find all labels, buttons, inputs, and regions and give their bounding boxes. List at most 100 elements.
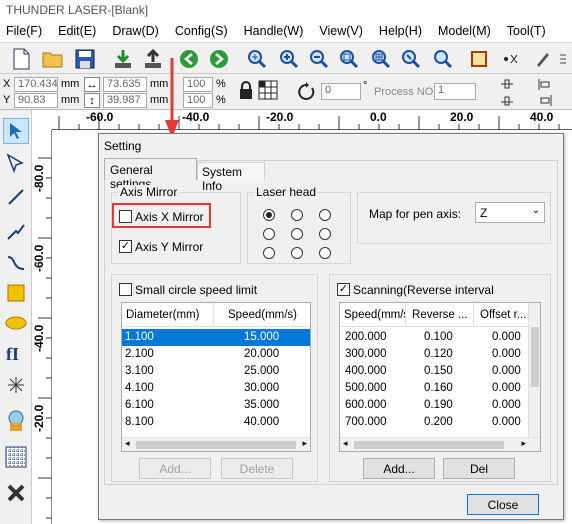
align-left-icon[interactable]	[538, 78, 552, 91]
more-icon[interactable]	[556, 46, 570, 72]
axis-y-mirror-checkbox[interactable]: ✓	[119, 240, 132, 253]
pen-icon[interactable]	[530, 46, 556, 72]
menu-draw[interactable]: Draw(D)	[112, 24, 159, 38]
node-edit-tool-icon[interactable]	[3, 150, 29, 176]
scroll-thumb[interactable]	[531, 327, 539, 387]
polyline-tool-icon[interactable]	[3, 218, 29, 244]
y-input[interactable]: 90.83	[14, 93, 58, 108]
column-header[interactable]: Reverse ...	[406, 303, 474, 327]
zoom-in-icon[interactable]	[276, 46, 302, 72]
column-header[interactable]: Diameter(mm)	[122, 303, 214, 327]
menu-tool[interactable]: Tool(T)	[507, 24, 546, 38]
scroll-left-icon[interactable]: ◂	[343, 438, 348, 449]
process-input[interactable]: 1	[434, 83, 476, 100]
zoom-page-icon[interactable]	[336, 46, 362, 72]
table-cell[interactable]: 700.000	[345, 414, 387, 431]
laser-head-radio[interactable]	[263, 228, 275, 240]
array-tool-icon[interactable]	[3, 444, 29, 470]
scanning-checkbox[interactable]: ✓	[337, 283, 350, 296]
laser-head-radio[interactable]	[319, 209, 331, 221]
column-header[interactable]: Speed(mm/s)	[340, 303, 406, 327]
scroll-right-icon[interactable]: ▸	[521, 438, 526, 449]
table-cell[interactable]: 400.000	[345, 363, 387, 380]
menu-model[interactable]: Model(M)	[438, 24, 491, 38]
table-cell[interactable]: 25.000	[244, 363, 279, 380]
horizontal-scrollbar[interactable]: ◂ ▸	[122, 437, 310, 451]
grid-position-icon[interactable]	[258, 80, 278, 100]
scale-y-input[interactable]: 100	[183, 93, 213, 108]
menu-edit[interactable]: Edit(E)	[58, 24, 96, 38]
table-cell[interactable]: 0.000	[492, 414, 521, 431]
menu-view[interactable]: View(V)	[319, 24, 363, 38]
laser-head-radio[interactable]	[319, 228, 331, 240]
table-cell[interactable]: 15.000	[244, 329, 279, 346]
table-cell[interactable]: 200.000	[345, 329, 387, 346]
rectangle-tool-icon[interactable]	[3, 280, 29, 306]
scroll-thumb[interactable]	[354, 441, 504, 449]
laser-head-radio[interactable]	[291, 228, 303, 240]
menu-config[interactable]: Config(S)	[175, 24, 228, 38]
delete-tool-icon[interactable]	[3, 480, 29, 506]
laser-head-radio[interactable]	[291, 209, 303, 221]
table-cell[interactable]: 600.000	[345, 397, 387, 414]
table-cell[interactable]: 0.100	[424, 329, 453, 346]
column-header[interactable]: Speed(mm/s)	[214, 303, 310, 327]
table-cell[interactable]: 4.100	[125, 380, 154, 397]
text-tool-icon[interactable]: fI	[3, 340, 29, 366]
zoom-all-icon[interactable]	[368, 46, 394, 72]
menu-file[interactable]: File(F)	[6, 24, 42, 38]
column-header[interactable]: Offset r...	[474, 303, 532, 327]
table-cell[interactable]: 0.000	[492, 363, 521, 380]
frame-icon[interactable]	[466, 46, 492, 72]
table-cell[interactable]: 500.000	[345, 380, 387, 397]
x-input[interactable]: 170.434	[14, 77, 58, 92]
line-tool-icon[interactable]	[3, 184, 29, 210]
lock-ratio-icon[interactable]	[238, 80, 254, 102]
scale-x-input[interactable]: 100	[183, 77, 213, 92]
align-bottom-icon[interactable]	[500, 94, 514, 107]
open-folder-icon[interactable]	[40, 46, 66, 72]
small-circle-table[interactable]: Diameter(mm) Speed(mm/s) 1.100 15.000 2.…	[121, 302, 311, 452]
table-cell[interactable]: 0.000	[492, 397, 521, 414]
table-cell[interactable]: 40.000	[244, 414, 279, 431]
zoom-fit-icon[interactable]	[430, 46, 456, 72]
table-cell[interactable]: 0.120	[424, 346, 453, 363]
table-cell[interactable]: 0.000	[492, 329, 521, 346]
ellipse-tool-icon[interactable]	[3, 310, 29, 336]
new-file-icon[interactable]	[8, 46, 34, 72]
zoom-out-icon[interactable]	[306, 46, 332, 72]
table-cell[interactable]: 0.150	[424, 363, 453, 380]
small-circle-checkbox[interactable]	[119, 283, 132, 296]
rotate-icon[interactable]	[297, 82, 317, 102]
table-cell[interactable]: 3.100	[125, 363, 154, 380]
align-right-icon[interactable]	[538, 94, 552, 107]
table-cell[interactable]: 8.100	[125, 414, 154, 431]
menu-handle[interactable]: Handle(W)	[244, 24, 304, 38]
rotate-input[interactable]: 0	[321, 83, 361, 100]
axis-x-mirror-checkbox[interactable]	[119, 210, 132, 223]
table-cell[interactable]: 300.000	[345, 346, 387, 363]
height-input[interactable]: 39.987	[103, 93, 147, 108]
align-top-icon[interactable]	[500, 78, 514, 91]
save-icon[interactable]	[72, 46, 98, 72]
laser-head-icon[interactable]	[3, 408, 29, 434]
table-cell[interactable]: 30.000	[244, 380, 279, 397]
zoom-window-icon[interactable]	[244, 46, 270, 72]
close-button[interactable]: Close	[467, 494, 539, 515]
vertical-scrollbar[interactable]	[528, 303, 540, 437]
laser-head-radio[interactable]	[263, 209, 275, 221]
width-input[interactable]: 73.635	[103, 77, 147, 92]
scanning-delete-button[interactable]: Del	[443, 458, 515, 479]
scroll-right-icon[interactable]: ▸	[302, 438, 307, 449]
import-icon[interactable]	[110, 46, 136, 72]
table-cell[interactable]: 0.160	[424, 380, 453, 397]
pen-axis-select[interactable]: Z ⌄	[475, 202, 545, 223]
table-cell[interactable]: 0.000	[492, 346, 521, 363]
select-tool-icon[interactable]	[3, 118, 29, 144]
zoom-selection-icon[interactable]	[398, 46, 424, 72]
scroll-thumb[interactable]	[136, 441, 296, 449]
tab-system-info[interactable]: System Info	[197, 162, 265, 193]
laser-head-radio[interactable]	[319, 247, 331, 259]
forward-icon[interactable]	[206, 46, 232, 72]
scroll-left-icon[interactable]: ◂	[125, 438, 130, 449]
